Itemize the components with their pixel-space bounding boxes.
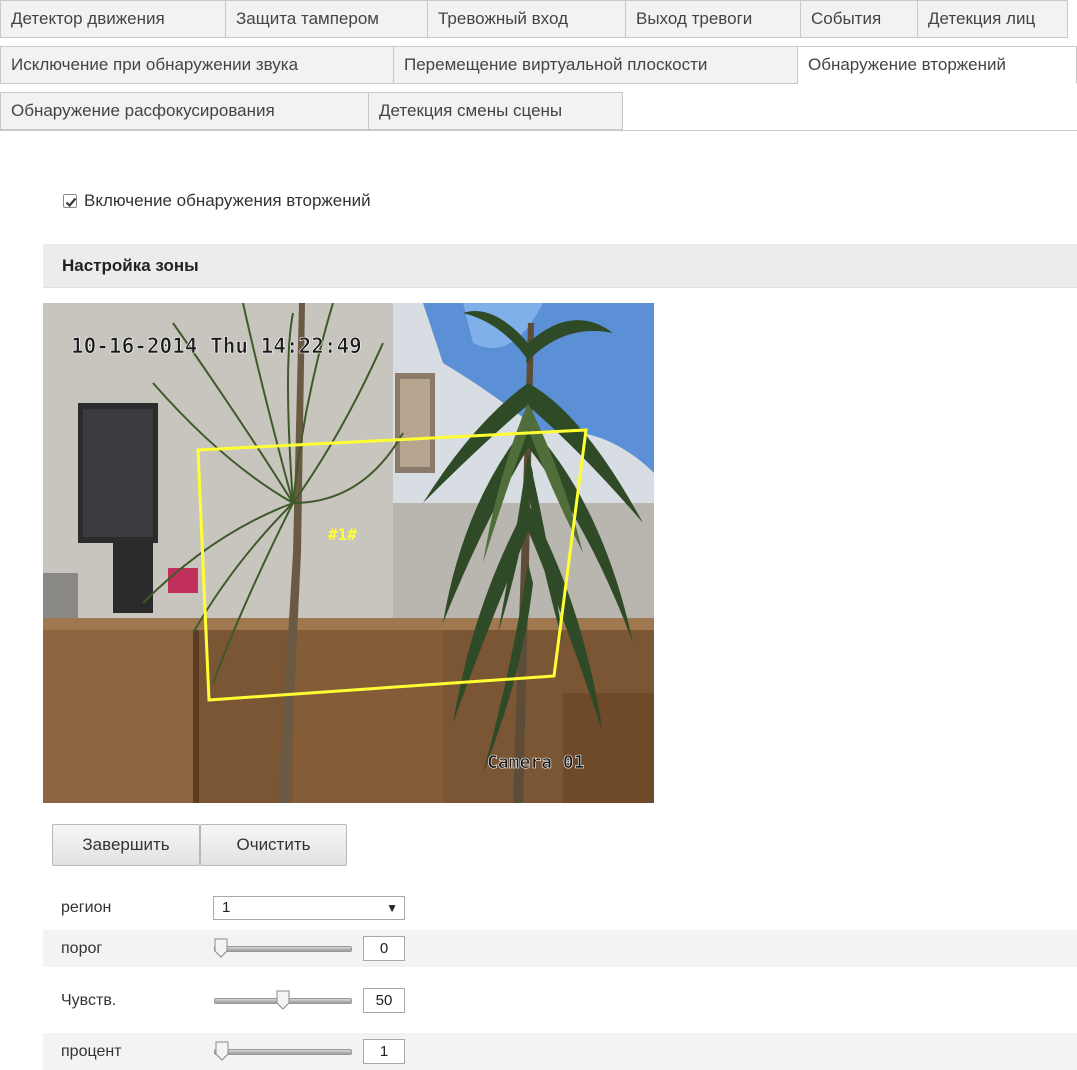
- region-row: регион 1 ▼: [43, 889, 1077, 926]
- threshold-slider-track: [214, 946, 352, 952]
- monitor-screen: [83, 409, 153, 537]
- tab-line-crossing[interactable]: Перемещение виртуальной плоскости: [394, 46, 798, 84]
- camera-name-overlay: Camera 01: [487, 752, 585, 773]
- pink-object: [168, 568, 198, 593]
- percent-row: процент 1: [43, 1033, 1077, 1070]
- sensitivity-slider[interactable]: [214, 990, 352, 1012]
- monitor-stand: [113, 543, 153, 613]
- clear-button[interactable]: Очистить: [200, 824, 347, 866]
- tab-row-1: Детектор движения Защита тампером Тревож…: [0, 0, 1068, 38]
- region-tag-overlay: #1#: [328, 525, 357, 544]
- dropdown-arrow-icon: ▼: [386, 901, 398, 915]
- tab-tamper-protection[interactable]: Защита тампером: [226, 0, 428, 38]
- timestamp-overlay: 10-16-2014 Thu 14:22:49: [71, 334, 362, 358]
- shelf-items: [43, 573, 78, 623]
- tab-intrusion-detection[interactable]: Обнаружение вторжений: [798, 46, 1077, 84]
- percent-slider-thumb[interactable]: [215, 1041, 229, 1061]
- desk-panel: [293, 630, 443, 803]
- threshold-label: порог: [61, 940, 103, 957]
- tab-alarm-output[interactable]: Выход тревоги: [626, 0, 801, 38]
- video-preview[interactable]: 10-16-2014 Thu 14:22:49 #1# Camera 01: [43, 303, 654, 803]
- tab-defocus-detection[interactable]: Обнаружение расфокусирования: [0, 92, 369, 130]
- finish-button[interactable]: Завершить: [52, 824, 200, 866]
- threshold-slider-thumb[interactable]: [214, 938, 228, 958]
- threshold-value[interactable]: 0: [363, 936, 405, 961]
- percent-value[interactable]: 1: [363, 1039, 405, 1064]
- sensitivity-label: Чувств.: [61, 992, 117, 1009]
- tab-motion-detection[interactable]: Детектор движения: [0, 0, 226, 38]
- threshold-row: порог 0: [43, 930, 1077, 967]
- tab-row-3: Обнаружение расфокусирования Детекция см…: [0, 92, 623, 130]
- region-select[interactable]: 1 ▼: [213, 896, 405, 920]
- percent-label: процент: [61, 1043, 122, 1060]
- enable-intrusion-checkbox[interactable]: [63, 194, 77, 208]
- region-select-value: 1: [222, 899, 231, 916]
- sensitivity-slider-thumb[interactable]: [276, 990, 290, 1010]
- sensitivity-row: Чувств. 50: [43, 982, 1077, 1019]
- threshold-slider[interactable]: [214, 938, 352, 960]
- picture-inner: [400, 379, 430, 467]
- percent-slider[interactable]: [214, 1041, 352, 1063]
- checkmark-icon: [65, 197, 77, 208]
- tab-alarm-input[interactable]: Тревожный вход: [428, 0, 626, 38]
- desk-cabinet: [43, 630, 193, 803]
- chair: [563, 693, 654, 803]
- enable-intrusion-label: Включение обнаружения вторжений: [84, 191, 371, 210]
- tab-scene-change-detection[interactable]: Детекция смены сцены: [369, 92, 623, 130]
- sensitivity-value[interactable]: 50: [363, 988, 405, 1013]
- camera-feed: 10-16-2014 Thu 14:22:49 #1# Camera 01: [43, 303, 654, 803]
- percent-slider-track: [214, 1049, 352, 1055]
- desk-divider: [193, 630, 199, 803]
- tab-divider: [0, 130, 1077, 131]
- tab-audio-exception[interactable]: Исключение при обнаружении звука: [0, 46, 394, 84]
- tab-face-detection[interactable]: Детекция лиц: [918, 0, 1068, 38]
- region-label: регион: [61, 899, 112, 916]
- tab-events[interactable]: События: [801, 0, 918, 38]
- zone-settings-header: Настройка зоны: [43, 244, 1077, 288]
- tab-row-2: Исключение при обнаружении звука Перемещ…: [0, 46, 1077, 84]
- enable-intrusion-row: Включение обнаружения вторжений: [63, 189, 371, 213]
